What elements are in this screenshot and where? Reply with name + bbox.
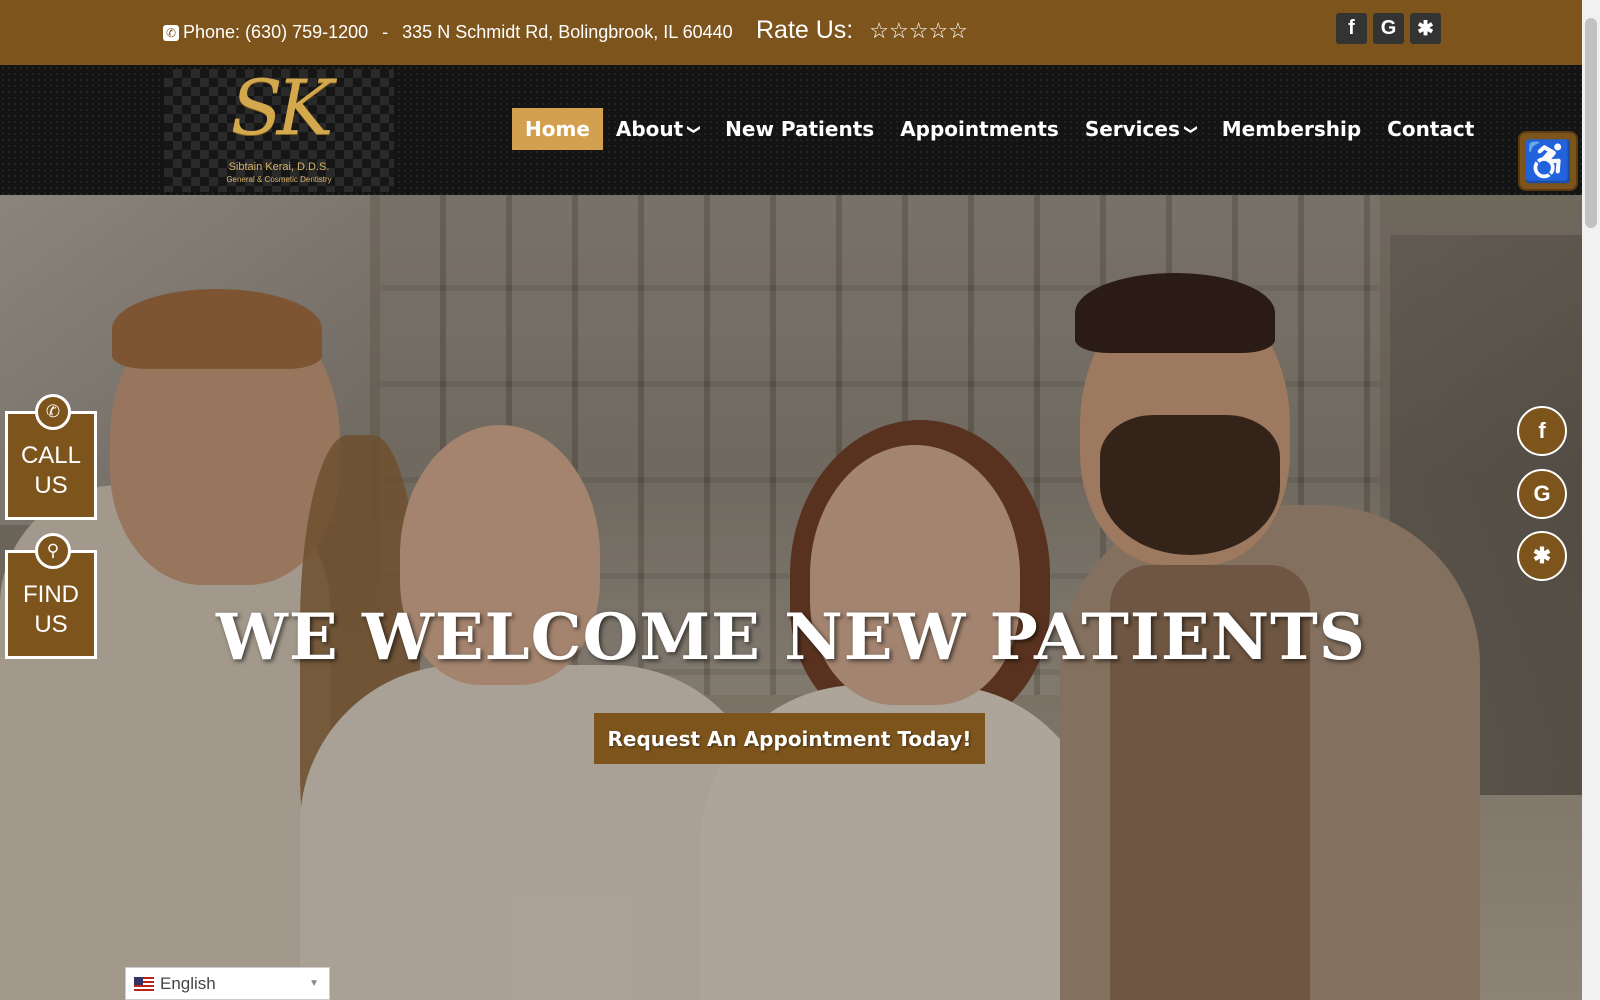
yelp-icon[interactable]: ✱	[1410, 13, 1441, 44]
rating-stars[interactable]: ☆☆☆☆☆	[869, 18, 968, 44]
map-pin-icon: ⚲	[35, 533, 71, 569]
chevron-down-icon: ❯	[686, 123, 702, 135]
us-flag-icon	[134, 976, 154, 991]
call-us-tab[interactable]: ✆ CALL US	[5, 394, 97, 520]
hero-overlay	[0, 195, 1582, 1000]
hero-title: WE WELCOME NEW PATIENTS	[216, 600, 1366, 675]
nav-membership[interactable]: Membership	[1209, 108, 1374, 150]
request-appointment-button[interactable]: Request An Appointment Today!	[594, 713, 985, 764]
nav-services[interactable]: Services ❯	[1072, 108, 1209, 150]
logo-tagline: General & Cosmetic Dentistry	[226, 175, 332, 184]
find-us-tab[interactable]: ⚲ FIND US	[5, 533, 97, 659]
find-us-line2: US	[34, 611, 68, 638]
call-us-line1: CALL	[20, 442, 82, 469]
site-logo[interactable]: SK Sibtain Kerai, D.D.S. General & Cosme…	[164, 63, 394, 192]
find-us-line1: FIND	[23, 581, 79, 608]
phone-icon: ✆	[35, 394, 71, 430]
nav-label: About	[615, 117, 684, 141]
nav-label: Appointments	[900, 117, 1059, 141]
address[interactable]: 335 N Schmidt Rd, Bolingbrook, IL 60440	[402, 22, 733, 43]
google-icon[interactable]: G	[1373, 13, 1404, 44]
top-bar: ✆ Phone: (630) 759-1200 - 335 N Schmidt …	[0, 0, 1582, 65]
google-icon[interactable]: G	[1517, 469, 1567, 519]
main-navbar: SK Sibtain Kerai, D.D.S. General & Cosme…	[0, 63, 1582, 195]
contact-info: ✆ Phone: (630) 759-1200 - 335 N Schmidt …	[163, 22, 733, 43]
facebook-icon[interactable]: f	[1336, 13, 1367, 44]
primary-menu: Home About ❯ New Patients Appointments Se…	[512, 108, 1487, 150]
rate-us: Rate Us: ☆☆☆☆☆	[756, 16, 968, 45]
nav-label: Membership	[1221, 117, 1362, 141]
phone-icon: ✆	[163, 24, 179, 41]
scrollbar-thumb[interactable]	[1585, 18, 1597, 228]
logo-name: Sibtain Kerai, D.D.S.	[228, 161, 330, 173]
nav-appointments[interactable]: Appointments	[887, 108, 1072, 150]
hero-banner: WE WELCOME NEW PATIENTS Request An Appoi…	[0, 195, 1582, 1000]
language-selector[interactable]: English ▼	[125, 967, 330, 1000]
top-social-links: f G ✱	[1336, 13, 1441, 44]
nav-new-patients[interactable]: New Patients	[712, 108, 887, 150]
logo-monogram: SK	[230, 63, 334, 152]
nav-label: Services	[1084, 117, 1180, 141]
separator: -	[382, 22, 389, 42]
call-us-label: CALL US	[8, 441, 94, 501]
page-scrollbar[interactable]	[1582, 0, 1600, 1000]
nav-about[interactable]: About ❯	[603, 108, 712, 150]
wheelchair-icon[interactable]: ♿	[1518, 131, 1578, 191]
chevron-down-icon: ❯	[1182, 123, 1198, 135]
nav-home[interactable]: Home	[512, 108, 603, 150]
caret-down-icon: ▼	[309, 978, 319, 989]
nav-label: Home	[525, 117, 590, 141]
nav-label: Contact	[1387, 117, 1475, 141]
find-us-label: FIND US	[8, 580, 94, 640]
nav-label: New Patients	[725, 117, 875, 141]
language-value: English	[160, 973, 216, 993]
phone-number[interactable]: Phone: (630) 759-1200	[183, 22, 368, 43]
nav-contact[interactable]: Contact	[1374, 108, 1487, 150]
facebook-icon[interactable]: f	[1517, 406, 1567, 456]
rate-us-label: Rate Us:	[756, 16, 854, 44]
call-us-line2: US	[34, 472, 68, 499]
yelp-icon[interactable]: ✱	[1517, 531, 1567, 581]
